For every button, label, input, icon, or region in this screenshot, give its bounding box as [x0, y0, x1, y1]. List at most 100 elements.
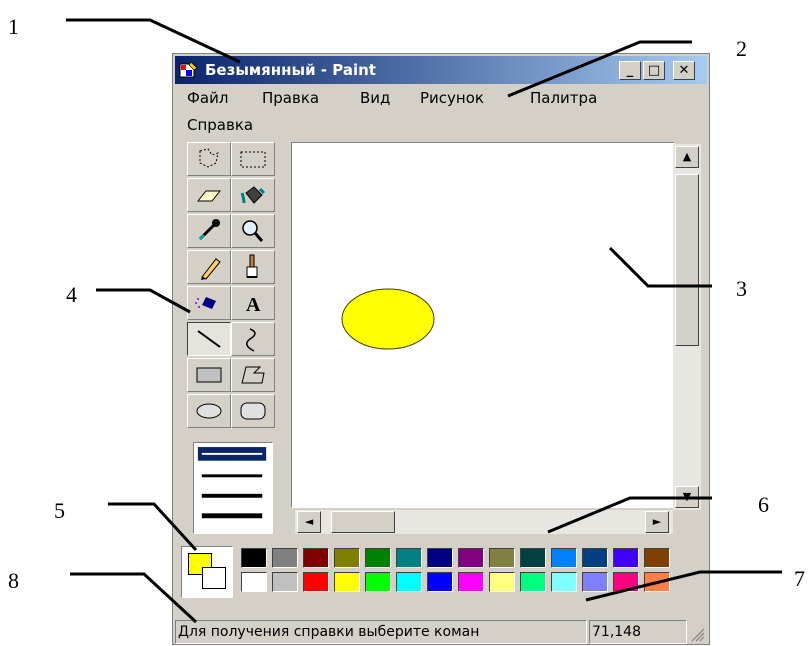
text-icon: A — [246, 294, 261, 316]
eraser-tool[interactable] — [187, 178, 231, 212]
curve-tool[interactable] — [231, 322, 275, 356]
canvas-drawing — [341, 288, 435, 350]
rounded-rectangle-icon — [240, 402, 266, 420]
line-tool[interactable] — [187, 322, 231, 356]
yellow-ellipse — [341, 288, 435, 350]
palette-swatch[interactable] — [272, 548, 298, 568]
fill-bucket-icon — [240, 186, 266, 204]
palette-swatch[interactable] — [520, 548, 546, 568]
palette-swatch[interactable] — [272, 572, 298, 592]
line-width-options — [197, 447, 267, 519]
palette-swatch[interactable] — [520, 572, 546, 592]
rect-select-tool[interactable] — [231, 142, 275, 176]
callout-8: 8 — [8, 568, 19, 593]
palette-swatch[interactable] — [458, 572, 484, 592]
palette-swatch[interactable] — [644, 572, 670, 592]
menu-file[interactable]: Файл — [187, 89, 228, 107]
color-picker-tool[interactable] — [187, 214, 231, 248]
palette-swatch[interactable] — [303, 548, 329, 568]
background-color — [202, 567, 226, 589]
polygon-tool[interactable] — [231, 358, 275, 392]
paint-window: Безымянный - Paint _ □ ✕ Файл Правка Вид… — [172, 53, 710, 645]
window-title: Безымянный - Paint — [205, 61, 376, 79]
scroll-down-button[interactable]: ▼ — [675, 486, 699, 508]
vertical-scroll-thumb[interactable] — [675, 174, 699, 346]
palette-swatch[interactable] — [582, 548, 608, 568]
drawing-canvas[interactable] — [291, 142, 675, 508]
free-select-tool[interactable] — [187, 142, 231, 176]
color-palette — [177, 540, 707, 600]
callout-3: 3 — [736, 276, 747, 301]
menu-image[interactable]: Рисунок — [420, 89, 484, 107]
callout-5: 5 — [54, 498, 65, 523]
palette-swatch[interactable] — [241, 548, 267, 568]
magnifier-tool[interactable] — [231, 214, 275, 248]
paint-app-icon — [179, 61, 198, 78]
palette-swatch[interactable] — [396, 572, 422, 592]
rounded-rectangle-tool[interactable] — [231, 394, 275, 428]
palette-swatch[interactable] — [489, 572, 515, 592]
palette-swatch[interactable] — [427, 548, 453, 568]
close-button[interactable]: ✕ — [673, 61, 695, 80]
callout-1: 1 — [8, 14, 19, 39]
callout-2: 2 — [736, 36, 747, 61]
eraser-icon — [196, 190, 222, 202]
fill-tool[interactable] — [231, 178, 275, 212]
minimize-button[interactable]: _ — [619, 61, 641, 80]
menu-colors[interactable]: Палитра — [530, 89, 597, 107]
rectangle-tool[interactable] — [187, 358, 231, 392]
menu-view[interactable]: Вид — [360, 89, 390, 107]
palette-swatch[interactable] — [613, 572, 639, 592]
callout-4: 4 — [66, 282, 77, 307]
free-select-icon — [199, 148, 219, 168]
pencil-tool[interactable] — [187, 250, 231, 284]
palette-swatch[interactable] — [613, 548, 639, 568]
resize-grip-icon[interactable] — [689, 626, 705, 642]
airbrush-tool[interactable] — [187, 286, 231, 320]
magnifier-icon — [242, 220, 264, 242]
svg-text:A: A — [246, 294, 261, 316]
title-bar[interactable]: Безымянный - Paint _ □ ✕ — [175, 56, 707, 84]
menu-help[interactable]: Справка — [187, 116, 253, 134]
polygon-icon — [241, 366, 265, 384]
ellipse-icon — [196, 403, 222, 419]
palette-swatch[interactable] — [365, 572, 391, 592]
line-icon — [197, 330, 221, 348]
current-colors[interactable] — [181, 546, 233, 598]
palette-swatch[interactable] — [241, 572, 267, 592]
palette-swatch[interactable] — [427, 572, 453, 592]
text-tool[interactable]: A — [231, 286, 275, 320]
scroll-right-button[interactable]: ► — [645, 511, 669, 533]
palette-swatch[interactable] — [334, 548, 360, 568]
palette-swatch[interactable] — [458, 548, 484, 568]
vertical-scrollbar[interactable]: ▲ ▼ — [673, 144, 701, 510]
pencil-icon — [201, 258, 221, 280]
eyedropper-icon — [198, 219, 220, 241]
palette-swatch[interactable] — [551, 572, 577, 592]
scroll-left-button[interactable]: ◄ — [297, 511, 321, 533]
palette-swatch[interactable] — [303, 572, 329, 592]
rectangle-icon — [196, 367, 222, 383]
palette-swatch[interactable] — [582, 572, 608, 592]
menu-edit[interactable]: Правка — [262, 89, 319, 107]
brush-icon — [246, 254, 258, 278]
scroll-up-button[interactable]: ▲ — [675, 146, 699, 168]
palette-swatch[interactable] — [644, 548, 670, 568]
palette-swatch[interactable] — [489, 548, 515, 568]
brush-tool[interactable] — [231, 250, 275, 284]
palette-swatch[interactable] — [396, 548, 422, 568]
toolbox: A — [181, 142, 283, 582]
callout-7: 7 — [794, 566, 805, 591]
palette-swatch[interactable] — [365, 548, 391, 568]
palette-swatch[interactable] — [551, 548, 577, 568]
horizontal-scroll-thumb[interactable] — [331, 511, 395, 533]
status-bar: Для получения справки выберите коман 71,… — [175, 620, 707, 644]
line-width-selector[interactable] — [193, 442, 273, 534]
maximize-button[interactable]: □ — [643, 61, 665, 80]
ellipse-tool[interactable] — [187, 394, 231, 428]
horizontal-scrollbar[interactable]: ◄ ► — [295, 510, 673, 534]
callout-6: 6 — [758, 492, 769, 517]
rect-select-icon — [240, 151, 266, 168]
palette-swatch[interactable] — [334, 572, 360, 592]
airbrush-icon — [195, 297, 216, 309]
